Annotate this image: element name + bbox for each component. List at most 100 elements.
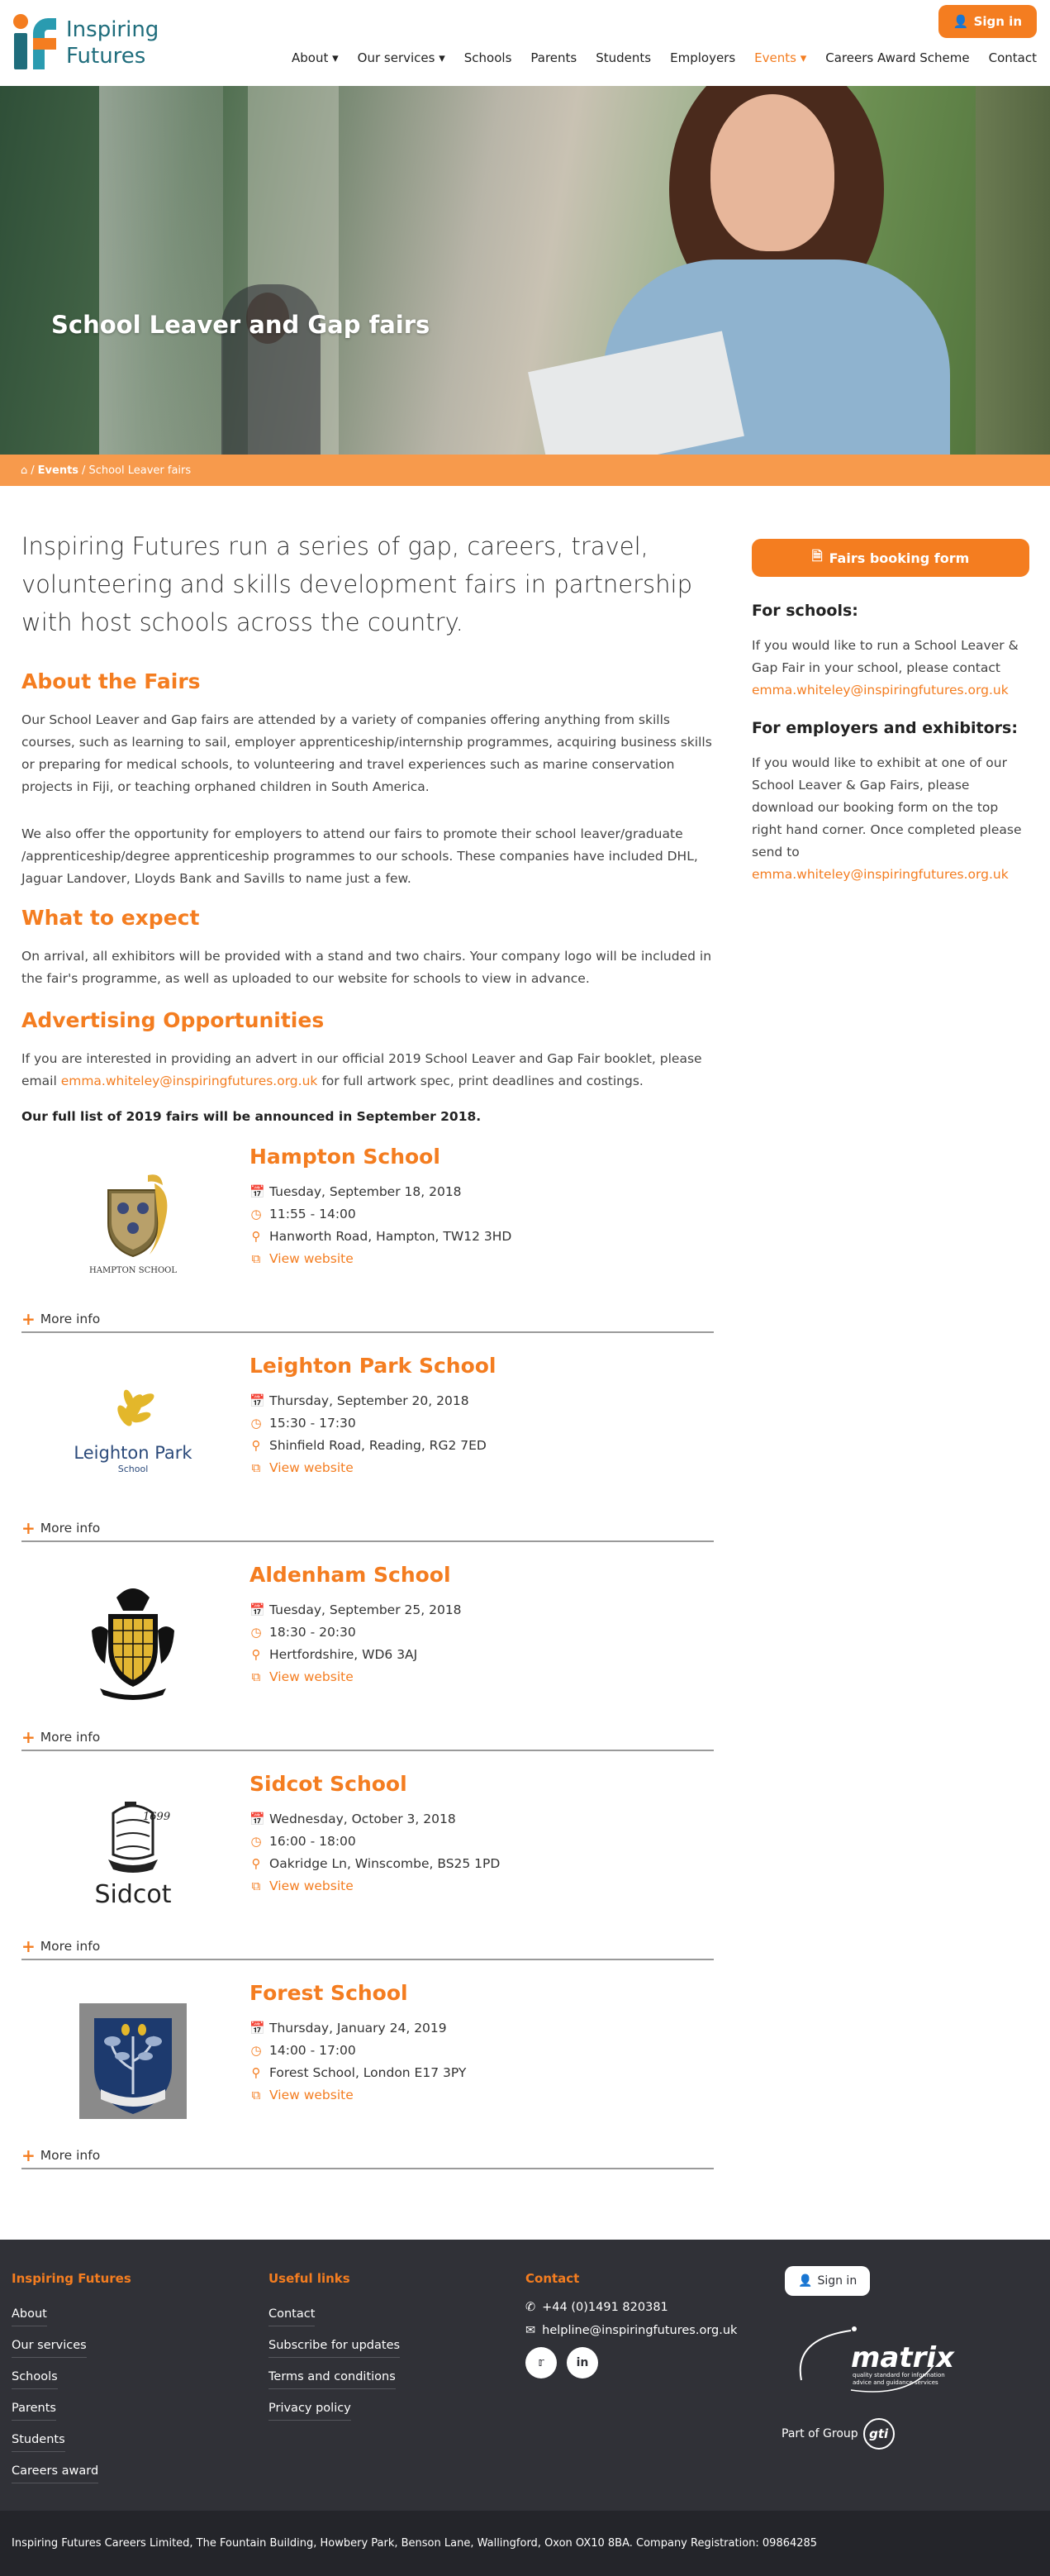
event-name[interactable]: Aldenham School: [249, 1563, 451, 1587]
footer-heading: Inspiring Futures: [12, 2271, 131, 2286]
home-icon[interactable]: ⌂: [21, 464, 27, 477]
group-gti: Part of Group gti: [782, 2418, 895, 2450]
map-marker-icon: ⚲: [251, 2065, 261, 2080]
nav-our-services[interactable]: Our services ▾: [358, 50, 445, 65]
event-time: ◷ 15:30 - 17:30: [249, 1416, 355, 1431]
footer-link-our-services[interactable]: Our services: [12, 2332, 87, 2358]
event-time-text: 16:00 - 18:00: [269, 1834, 356, 1849]
event-card-hampton: HAMPTON SCHOOL Hampton School 📅 Tuesday, …: [21, 1145, 714, 1333]
view-website-link[interactable]: ⧉ View website: [249, 1878, 354, 1893]
footer-col-contact: Contact ✆ +44 (0)1491 820381 ✉ helpline@in…: [525, 2271, 737, 2378]
breadcrumb: ⌂ / Events / School Leaver fairs: [0, 455, 1050, 486]
event-name[interactable]: Leighton Park School: [249, 1354, 496, 1378]
nav-schools[interactable]: Schools: [464, 50, 512, 65]
view-website-link[interactable]: ⧉ View website: [249, 1251, 354, 1266]
event-time-text: 18:30 - 20:30: [269, 1625, 356, 1640]
envelope-icon: ✉: [525, 2324, 536, 2337]
calendar-icon: 📅: [249, 1393, 265, 1408]
external-link-icon: ⧉: [251, 1669, 261, 1684]
footer-heading: Useful links: [268, 2271, 350, 2286]
view-website-link[interactable]: ⧉ View website: [249, 1460, 354, 1475]
view-website-link[interactable]: ⧉ View website: [249, 1669, 354, 1684]
hero-bg-pillar: [99, 86, 223, 455]
more-info-toggle[interactable]: + More info: [21, 1727, 100, 1747]
nav-careers-award-scheme[interactable]: Careers Award Scheme: [825, 50, 969, 65]
nav-events[interactable]: Events ▾: [754, 50, 806, 65]
event-name[interactable]: Forest School: [249, 1981, 408, 2005]
about-heading: About the Fairs: [21, 669, 201, 693]
footer-link-about[interactable]: About: [12, 2301, 47, 2326]
hero-tree-trunk: [976, 86, 1050, 455]
twitter-icon[interactable]: 𝕣: [525, 2347, 557, 2378]
caret-down-icon: ▾: [332, 50, 339, 65]
sidcot-school-logo: 1699 Sidcot: [71, 1790, 195, 1914]
more-info-label: More info: [40, 1730, 101, 1745]
nav-about[interactable]: About ▾: [292, 50, 339, 65]
for-schools-paragraph: If you would like to run a School Leaver…: [752, 638, 1019, 675]
event-address-text: Hanworth Road, Hampton, TW12 3HD: [269, 1229, 512, 1244]
view-website-link[interactable]: ⧉ View website: [249, 2088, 354, 2102]
for-schools-text: If you would like to run a School Leaver…: [752, 635, 1029, 702]
more-info-toggle[interactable]: + More info: [21, 1936, 100, 1956]
event-address: ⚲ Oakridge Ln, Winscombe, BS25 1PD: [249, 1856, 501, 1871]
footer-link-privacy[interactable]: Privacy policy: [268, 2395, 351, 2421]
nav-parents[interactable]: Parents: [530, 50, 577, 65]
footer-link-careers-award[interactable]: Careers award: [12, 2458, 99, 2483]
footer-col-inspiring-futures: Inspiring Futures About Our services Sch…: [12, 2271, 131, 2489]
view-website-label: View website: [269, 1251, 354, 1266]
fairs-booking-form-button[interactable]: 🗎 Fairs booking form: [752, 539, 1029, 577]
footer-link-terms[interactable]: Terms and conditions: [268, 2364, 396, 2389]
event-time-text: 14:00 - 17:00: [269, 2043, 356, 2058]
footer-link-subscribe[interactable]: Subscribe for updates: [268, 2332, 401, 2358]
footer-link-contact[interactable]: Contact: [268, 2301, 316, 2326]
advert-email-link[interactable]: emma.whiteley@inspiringfutures.org.uk: [61, 1074, 318, 1088]
matrix-tagline-1: quality standard for information: [853, 2372, 945, 2378]
footer-sign-in-button[interactable]: 👤 Sign in: [785, 2266, 871, 2296]
view-website-label: View website: [269, 2088, 354, 2102]
footer-email[interactable]: ✉ helpline@inspiringfutures.org.uk: [525, 2324, 737, 2337]
footer-col-useful-links: Useful links Contact Subscribe for updat…: [268, 2271, 401, 2426]
event-date-text: Thursday, September 20, 2018: [269, 1393, 469, 1408]
hero-face: [710, 94, 834, 251]
event-address: ⚲ Hanworth Road, Hampton, TW12 3HD: [249, 1229, 512, 1244]
more-info-toggle[interactable]: + More info: [21, 1309, 100, 1329]
external-link-icon: ⧉: [251, 1460, 261, 1475]
employers-email-link[interactable]: emma.whiteley@inspiringfutures.org.uk: [752, 867, 1009, 882]
event-address: ⚲ Shinfield Road, Reading, RG2 7ED: [249, 1438, 487, 1453]
breadcrumb-events[interactable]: Events: [38, 464, 78, 477]
more-info-toggle[interactable]: + More info: [21, 1518, 100, 1538]
group-text: Part of Group: [782, 2427, 858, 2440]
external-link-icon: ⧉: [251, 1251, 261, 1266]
event-name[interactable]: Sidcot School: [249, 1772, 407, 1796]
nav-students[interactable]: Students: [596, 50, 651, 65]
sign-in-button[interactable]: 👤 Sign in: [938, 5, 1037, 38]
event-date: 📅 Tuesday, September 25, 2018: [249, 1602, 462, 1617]
expect-paragraph: On arrival, all exhibitors will be provi…: [21, 949, 712, 986]
schools-email-link[interactable]: emma.whiteley@inspiringfutures.org.uk: [752, 683, 1009, 698]
site-header: Inspiring Futures 👤 Sign in About ▾ Our …: [0, 0, 1050, 86]
clock-icon: ◷: [250, 1625, 262, 1640]
map-marker-icon: ⚲: [251, 1647, 261, 1662]
nav-employers[interactable]: Employers: [670, 50, 735, 65]
leighton-logo-caption-2: School: [118, 1464, 149, 1474]
event-card-aldenham: Aldenham School 📅 Tuesday, September 25, …: [21, 1563, 714, 1751]
footer-heading: Contact: [525, 2271, 580, 2286]
footer-phone[interactable]: ✆ +44 (0)1491 820381: [525, 2301, 737, 2314]
calendar-icon: 📅: [249, 1812, 265, 1826]
linkedin-icon[interactable]: in: [567, 2347, 598, 2378]
event-address: ⚲ Forest School, London E17 3PY: [249, 2065, 467, 2080]
map-marker-icon: ⚲: [251, 1438, 261, 1453]
event-name[interactable]: Hampton School: [249, 1145, 440, 1169]
footer-link-schools[interactable]: Schools: [12, 2364, 58, 2389]
site-logo[interactable]: Inspiring Futures: [12, 12, 159, 74]
breadcrumb-sep: /: [82, 464, 86, 477]
more-info-toggle[interactable]: + More info: [21, 2145, 100, 2165]
nav-contact[interactable]: Contact: [989, 50, 1037, 65]
gti-logo[interactable]: gti: [862, 2418, 895, 2450]
footer-link-parents[interactable]: Parents: [12, 2395, 56, 2421]
event-date-text: Wednesday, October 3, 2018: [269, 1812, 456, 1826]
calendar-icon: 📅: [249, 1602, 265, 1617]
footer-link-students[interactable]: Students: [12, 2426, 65, 2452]
for-schools-heading: For schools:: [752, 602, 858, 620]
event-time: ◷ 14:00 - 17:00: [249, 2043, 356, 2058]
